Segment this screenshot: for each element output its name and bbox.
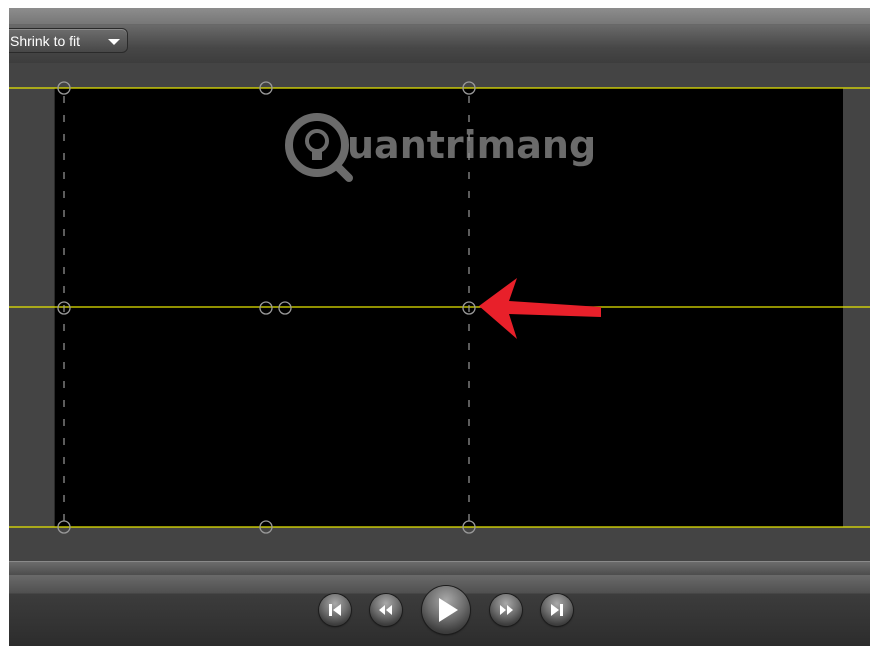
rewind-icon <box>379 605 392 615</box>
fast-forward-icon <box>500 605 513 615</box>
rewind-button[interactable] <box>370 594 402 626</box>
zoom-dropdown-value: Shrink to fit <box>10 33 81 49</box>
editor-preview-window: Shrink to fit uantrimang <box>0 0 870 646</box>
red-arrow-icon <box>479 278 601 339</box>
handle-center-a[interactable] <box>259 301 273 315</box>
preview-panel: Shrink to fit uantrimang <box>9 8 870 646</box>
watermark: uantrimang <box>279 108 639 198</box>
chevron-down-icon[interactable] <box>108 39 120 45</box>
playback-bar <box>9 575 870 646</box>
play-button[interactable] <box>422 586 470 634</box>
skip-back-icon <box>329 604 341 616</box>
play-icon <box>439 598 458 622</box>
zoom-dropdown[interactable]: Shrink to fit <box>9 28 128 53</box>
watermark-text: uantrimang <box>347 123 596 167</box>
lightbulb-logo <box>285 113 353 182</box>
skip-to-start-button[interactable] <box>319 594 351 626</box>
skip-to-end-button[interactable] <box>541 594 573 626</box>
skip-forward-icon <box>551 604 563 616</box>
preview-toolbar: Shrink to fit <box>9 8 870 63</box>
handle-center-b[interactable] <box>278 301 292 315</box>
toolbar-band <box>9 25 870 63</box>
panel-divider[interactable] <box>9 561 870 576</box>
fast-forward-button[interactable] <box>490 594 522 626</box>
canvas-workarea: uantrimang <box>9 63 870 561</box>
